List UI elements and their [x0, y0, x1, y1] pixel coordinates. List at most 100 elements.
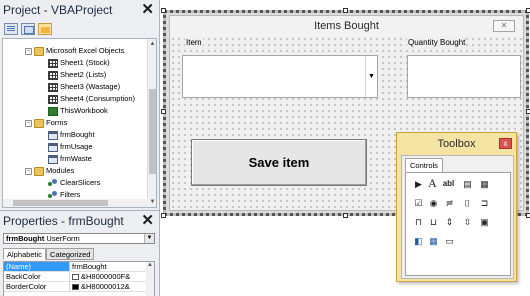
tree-item-sheet3[interactable]: Sheet3 (Wastage): [48, 81, 120, 93]
worksheet-icon: [48, 70, 58, 80]
property-name: BorderColor: [4, 282, 70, 291]
quantity-textbox[interactable]: [407, 55, 521, 98]
resize-handle[interactable]: [343, 213, 348, 218]
property-name: (Name): [4, 262, 70, 271]
userform-icon: [48, 130, 58, 140]
tree-item-clearslicers[interactable]: ClearSlicers: [48, 177, 100, 189]
property-row[interactable]: BackColor &H8000000F&: [4, 272, 154, 282]
properties-scrollbar[interactable]: ▲: [146, 262, 154, 296]
collapse-toggle-icon[interactable]: −: [25, 47, 32, 55]
tree-horizontal-scrollbar[interactable]: [3, 199, 148, 207]
calendar-tool-icon[interactable]: ▦: [427, 235, 440, 247]
pointer-icon[interactable]: ▶: [412, 178, 425, 190]
chevron-down-icon[interactable]: ▼: [144, 234, 154, 243]
tab-categorized[interactable]: Categorized: [46, 248, 95, 260]
tree-item-label: frmBought: [60, 130, 95, 139]
resize-handle[interactable]: [343, 8, 348, 13]
project-explorer-title: Project - VBAProject: [3, 3, 113, 17]
tabstrip-tool-icon[interactable]: ⊓: [412, 216, 425, 228]
tree-vertical-scrollbar[interactable]: ▲ ▼: [147, 39, 156, 207]
tree-item-label: Forms: [46, 118, 68, 127]
worksheet-icon: [48, 82, 58, 92]
tab-alphabetic[interactable]: Alphabetic: [3, 248, 47, 260]
toolbox-controls-grid: ▶ A abl ▤ ▦ ☑ ◉ ≓ ⌷ ⊐ ⊓ ⊔ ⇕ ⇳ ▣ ◧ ▦ ▭: [405, 172, 511, 276]
userform-close-icon[interactable]: ✕: [493, 20, 515, 32]
scroll-down-icon[interactable]: ▼: [149, 198, 156, 206]
textbox-tool-icon[interactable]: abl: [442, 178, 455, 190]
resize-handle[interactable]: [161, 8, 166, 13]
tree-item-frmbought[interactable]: frmBought: [48, 129, 95, 141]
property-value[interactable]: &H8000000F&: [70, 272, 154, 281]
resize-handle[interactable]: [161, 109, 166, 114]
tree-item-thisworkbook[interactable]: ThisWorkbook: [48, 105, 108, 117]
frame2-tool-icon[interactable]: ▭: [443, 235, 456, 247]
label-tool-icon[interactable]: A: [426, 177, 439, 189]
togglebutton-tool-icon[interactable]: ≓: [443, 197, 456, 209]
collapse-toggle-icon[interactable]: −: [25, 119, 32, 127]
view-code-button[interactable]: [4, 23, 18, 35]
properties-pane: Properties - frmBought ✕ frmBought UserF…: [0, 210, 160, 296]
commandbutton-tool-icon[interactable]: ⊐: [478, 197, 491, 209]
tree-item-forms[interactable]: − Forms: [25, 117, 67, 129]
property-row[interactable]: BorderColor &H80000012&: [4, 282, 154, 292]
tree-item-excel-objects[interactable]: − Microsoft Excel Objects: [25, 45, 124, 57]
resize-handle[interactable]: [526, 109, 530, 114]
tab-controls[interactable]: Controls: [405, 158, 443, 172]
multipage-tool-icon[interactable]: ⊔: [427, 216, 440, 228]
chevron-down-icon[interactable]: ▼: [365, 56, 377, 97]
worksheet-icon: [48, 94, 58, 104]
workbook-icon: [48, 106, 58, 116]
tree-item-label: frmUsage: [60, 142, 93, 151]
scroll-thumb[interactable]: [149, 89, 156, 174]
tree-item-label: Sheet3 (Wastage): [60, 82, 121, 91]
checkbox-tool-icon[interactable]: ☑: [412, 197, 425, 209]
tree-item-label: Sheet4 (Consumption): [60, 94, 136, 103]
properties-grid: (Name) frmBought BackColor &H8000000F& B…: [3, 261, 155, 296]
frame-tool-icon[interactable]: ⌷: [461, 197, 474, 209]
item-combobox[interactable]: ▼: [182, 55, 378, 98]
color-swatch: [72, 273, 79, 280]
scroll-up-icon[interactable]: ▲: [149, 40, 156, 48]
scroll-thumb[interactable]: [13, 200, 108, 206]
tree-item-label: Sheet1 (Stock): [60, 58, 110, 67]
userform-titlebar: Items Bought ✕: [170, 16, 523, 36]
view-object-button[interactable]: [21, 23, 35, 35]
toolbox-close-icon[interactable]: x: [499, 138, 512, 149]
property-value[interactable]: &H80000012&: [70, 282, 154, 291]
tree-item-frmusage[interactable]: frmUsage: [48, 141, 93, 153]
refedit-tool-icon[interactable]: ◧: [412, 235, 425, 247]
toolbox-title: Toolbox: [437, 138, 476, 150]
project-explorer-close-icon[interactable]: ✕: [141, 0, 154, 19]
folder-icon: [34, 118, 44, 128]
properties-close-icon[interactable]: ✕: [141, 211, 154, 230]
scrollbar-tool-icon[interactable]: ⇕: [443, 216, 456, 228]
optionbutton-tool-icon[interactable]: ◉: [427, 197, 440, 209]
project-tree: − Microsoft Excel Objects Sheet1 (Stock)…: [2, 38, 157, 208]
tree-item-frmwaste[interactable]: frmWaste: [48, 153, 92, 165]
listbox-tool-icon[interactable]: ▦: [478, 178, 491, 190]
toggle-folders-button[interactable]: [38, 23, 52, 35]
property-name: BackColor: [4, 272, 70, 281]
tree-item-sheet1[interactable]: Sheet1 (Stock): [48, 57, 110, 69]
resize-handle[interactable]: [526, 8, 530, 13]
image-tool-icon[interactable]: ▣: [478, 216, 491, 228]
property-row[interactable]: (Name) frmBought: [4, 262, 154, 272]
tree-item-sheet4[interactable]: Sheet4 (Consumption): [48, 93, 135, 105]
combobox-tool-icon[interactable]: ▤: [461, 178, 474, 190]
property-value[interactable]: frmBought: [70, 262, 154, 271]
tree-item-label: ClearSlicers: [60, 178, 101, 187]
tree-item-modules[interactable]: − Modules: [25, 165, 74, 177]
object-selector[interactable]: frmBought UserForm ▼: [3, 233, 155, 244]
module-icon: [48, 178, 58, 188]
collapse-toggle-icon[interactable]: −: [25, 167, 32, 175]
resize-handle[interactable]: [526, 213, 530, 218]
resize-handle[interactable]: [161, 213, 166, 218]
spinbutton-tool-icon[interactable]: ⇳: [461, 216, 474, 228]
selected-object-type: UserForm: [46, 234, 80, 243]
save-item-button[interactable]: Save item: [191, 139, 367, 186]
properties-titlebar: Properties - frmBought ✕: [0, 211, 159, 231]
folder-icon: [34, 166, 44, 176]
property-value-text: &H8000000F&: [81, 272, 131, 281]
tree-item-sheet2[interactable]: Sheet2 (Lists): [48, 69, 106, 81]
project-explorer-toolbar: [0, 20, 159, 38]
